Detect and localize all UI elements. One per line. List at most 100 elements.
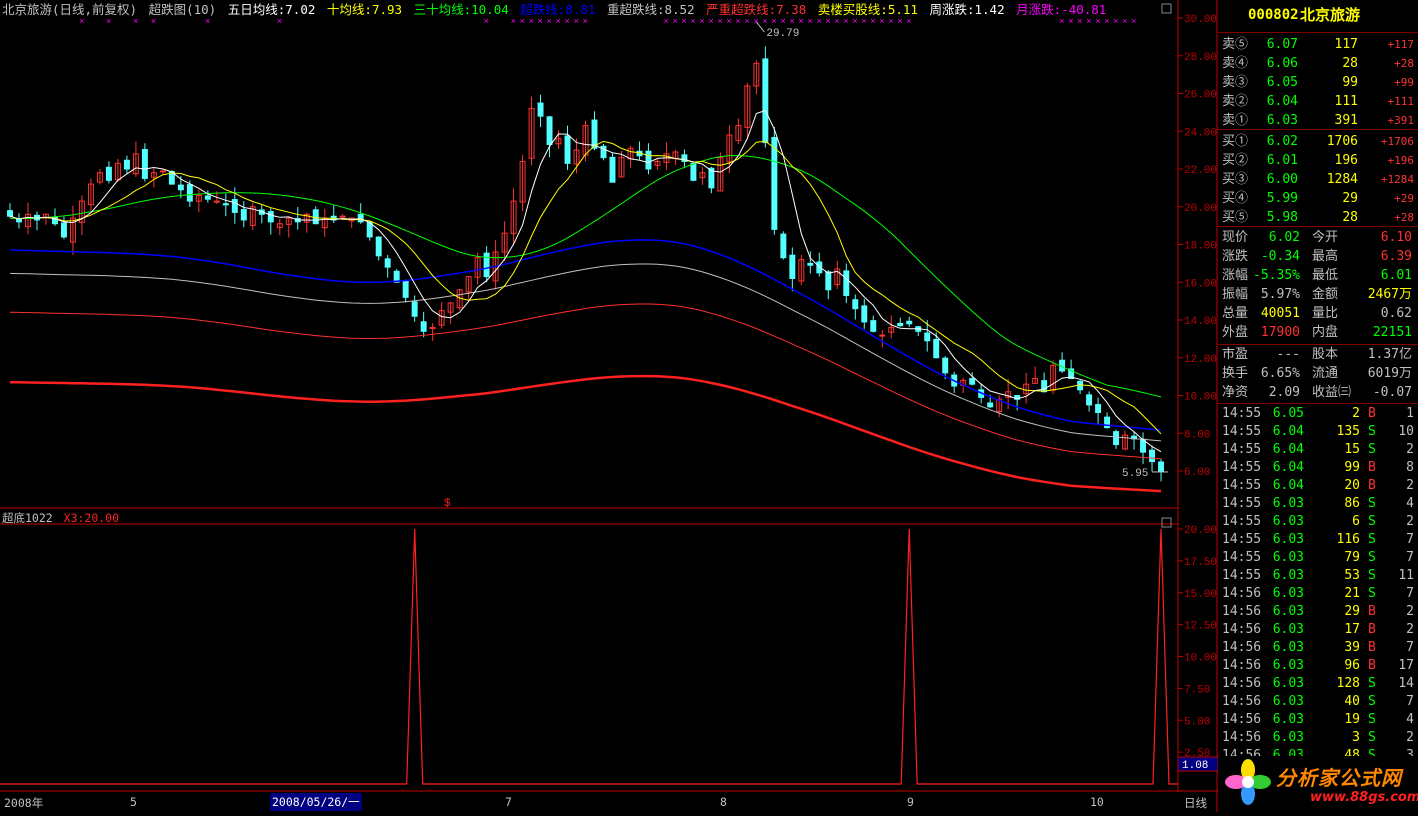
buy-price: 5.98 (1266, 210, 1298, 225)
tick-time: 14:55 (1222, 514, 1262, 529)
tick-volume: 20 (1344, 478, 1360, 493)
tick-volume: 19 (1344, 712, 1360, 727)
sub-tick-label: 17.50 (1184, 557, 1217, 569)
sell-level-5: 卖⑤ 6.07 117 +117 (1218, 35, 1418, 54)
x-marker: × (1068, 17, 1073, 27)
tick-volume: 17 (1344, 622, 1360, 637)
x-marker: × (583, 17, 588, 27)
yanzhong-line (9, 303, 1162, 460)
tick-count: 7 (1406, 550, 1414, 565)
candle (861, 298, 868, 329)
candle (258, 204, 265, 224)
x-marker: × (133, 17, 138, 27)
divider (1218, 226, 1418, 227)
candle-body (852, 299, 859, 310)
candle (771, 126, 778, 235)
sell-price: 6.03 (1266, 113, 1298, 128)
tick-time: 14:56 (1222, 586, 1262, 601)
sell-level-3: 卖③ 6.05 99 +99 (1218, 73, 1418, 92)
x-marker: × (511, 17, 516, 27)
candle (699, 166, 706, 185)
stat-label: 内盘 (1312, 325, 1339, 340)
candle-body (807, 262, 814, 266)
main-chart[interactable]: 30.00 28.00 26.00 24.00 22.00 20.00 18.00 16.00… (0, 0, 1218, 812)
tick-row: 14:56 6.03 29 B 2 (1218, 603, 1418, 621)
tick-count: 2 (1406, 514, 1414, 529)
window-box-icon (1161, 517, 1172, 528)
candle (465, 276, 472, 300)
tick-direction: S (1368, 730, 1376, 745)
tick-row: 14:55 6.03 6 S 2 (1218, 513, 1418, 531)
candle (564, 125, 571, 170)
tick-row: 14:56 6.03 3 S 2 (1218, 729, 1418, 747)
candle (915, 326, 922, 336)
candle-body (609, 156, 616, 183)
stock-name: 北京旅游 (1300, 6, 1361, 24)
logo-url[interactable]: www.88gs.com (1310, 790, 1418, 805)
fund-value: 6019万 (1367, 366, 1412, 381)
candle-body (267, 211, 274, 223)
candle (897, 317, 904, 327)
candle (402, 279, 409, 303)
x-marker: × (861, 17, 866, 27)
candle (1104, 412, 1111, 429)
candle (249, 202, 256, 231)
divider (1218, 129, 1418, 130)
candle (330, 204, 337, 223)
sub-indicator-line (0, 528, 1178, 785)
tick-volume: 79 (1344, 550, 1360, 565)
tick-volume: 99 (1344, 460, 1360, 475)
candle (204, 190, 211, 203)
price-tick-label: 12.00 (1184, 354, 1217, 366)
x-marker: × (672, 17, 677, 27)
candle (1095, 397, 1102, 425)
x-marker: × (906, 17, 911, 27)
stat-value: 17900 (1260, 325, 1300, 340)
tick-row: 14:55 6.03 79 S 7 (1218, 549, 1418, 567)
candle (1059, 352, 1066, 373)
candle (753, 60, 760, 95)
x-marker: × (529, 17, 534, 27)
period-label[interactable]: 日线 (1184, 795, 1207, 811)
candle (870, 315, 877, 333)
tick-price: 6.03 (1272, 640, 1304, 655)
buy-change: +1284 (1380, 173, 1414, 186)
candle (780, 231, 787, 260)
sell-price: 6.07 (1266, 37, 1298, 52)
x-marker: × (538, 17, 543, 27)
x-marker: × (726, 17, 731, 27)
tick-direction: S (1368, 496, 1376, 511)
tick-volume: 29 (1344, 604, 1360, 619)
candle-body (906, 320, 913, 325)
tick-direction: S (1368, 442, 1376, 457)
candle (87, 178, 94, 212)
candle (645, 143, 652, 175)
x-marker: × (1086, 17, 1091, 27)
sell-price: 6.06 (1266, 56, 1298, 71)
candle (1122, 430, 1129, 451)
candle (537, 94, 544, 128)
price-tick-label: 28.00 (1184, 52, 1217, 64)
high-label: 29.79 (766, 28, 799, 40)
x-marker: × (897, 17, 902, 27)
tick-count: 4 (1406, 496, 1414, 511)
candle (312, 206, 319, 225)
sub-indicator-header: 超底1022 X3:20.00 (2, 511, 119, 525)
tick-row: 14:56 6.03 40 S 7 (1218, 693, 1418, 711)
candle (375, 236, 382, 261)
x-marker: × (663, 17, 668, 27)
fund-value: 2.09 (1268, 385, 1300, 400)
candle-body (375, 236, 382, 257)
tick-row: 14:55 6.05 2 B 1 (1218, 405, 1418, 423)
candle (1086, 391, 1093, 412)
candle-body (546, 116, 553, 145)
tick-price: 6.03 (1272, 658, 1304, 673)
fund-label: 股本 (1312, 347, 1339, 362)
candle (906, 316, 913, 328)
candle (1023, 372, 1030, 404)
candle-body (537, 102, 544, 117)
tick-count: 2 (1406, 604, 1414, 619)
candle (681, 149, 688, 169)
tick-volume: 15 (1344, 442, 1360, 457)
tick-row: 14:56 6.03 39 B 7 (1218, 639, 1418, 657)
